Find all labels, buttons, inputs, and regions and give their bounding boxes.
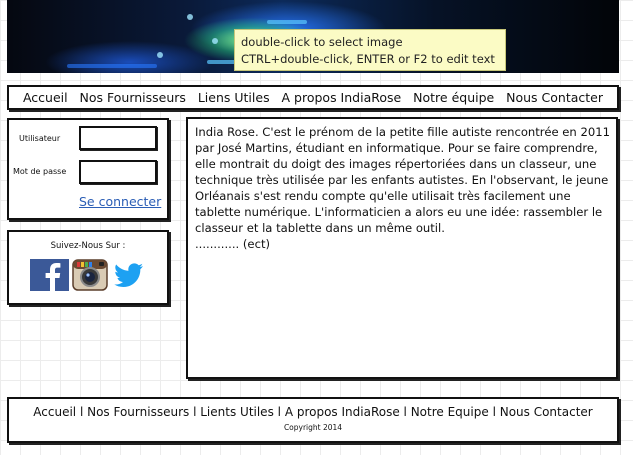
main-navigation: Accueil Nos Fournisseurs Liens Utiles A … — [7, 85, 619, 110]
password-label: Mot de passe — [13, 167, 67, 176]
footer-separator: l — [403, 405, 411, 419]
nav-item-liens-utiles[interactable]: Liens Utiles — [198, 90, 270, 105]
footer-link-contact[interactable]: Nous Contacter — [500, 405, 593, 419]
footer-link-accueil[interactable]: Accueil — [33, 405, 76, 419]
decorative-light — [267, 20, 307, 24]
facebook-icon[interactable] — [30, 259, 69, 291]
instagram-icon[interactable] — [72, 259, 108, 291]
tooltip-line-1: double-click to select image — [241, 35, 403, 49]
decorative-light — [67, 64, 157, 68]
copyright-text: Copyright 2014 — [283, 423, 343, 432]
editor-tooltip: double-click to select image CTRL+double… — [234, 29, 506, 71]
intro-paragraph: India Rose. C'est le prénom de la petite… — [195, 125, 610, 235]
footer-separator: l — [277, 405, 285, 419]
footer-link-a-propos[interactable]: A propos IndiaRose — [285, 405, 400, 419]
twitter-icon[interactable] — [114, 263, 144, 287]
password-field[interactable] — [79, 160, 157, 184]
login-button[interactable]: Se connecter — [79, 194, 161, 209]
social-panel: Suivez-Nous Sur : — [7, 230, 169, 305]
social-title: Suivez-Nous Sur : — [50, 241, 126, 251]
tooltip-line-2: CTRL+double-click, ENTER or F2 to edit t… — [241, 52, 495, 66]
nav-item-contact[interactable]: Nous Contacter — [506, 90, 603, 105]
footer: Accueil l Nos Fournisseurs l Lients Util… — [7, 397, 619, 443]
nav-item-accueil[interactable]: Accueil — [23, 90, 68, 105]
username-field[interactable] — [79, 126, 157, 150]
username-label: Utilisateur — [19, 134, 61, 143]
footer-link-equipe[interactable]: Notre Equipe — [411, 405, 489, 419]
footer-link-fournisseurs[interactable]: Nos Fournisseurs — [87, 405, 189, 419]
decorative-light — [212, 38, 218, 44]
decorative-light — [187, 14, 193, 20]
nav-item-fournisseurs[interactable]: Nos Fournisseurs — [80, 90, 186, 105]
continuation-text: ............ (ect) — [195, 237, 271, 251]
nav-item-equipe[interactable]: Notre équipe — [413, 90, 494, 105]
footer-link-liens-utiles[interactable]: Lients Utiles — [200, 405, 274, 419]
footer-separator: l — [492, 405, 500, 419]
footer-links: Accueil l Nos Fournisseurs l Lients Util… — [9, 405, 617, 419]
nav-item-a-propos[interactable]: A propos IndiaRose — [282, 90, 402, 105]
login-panel: Utilisateur Mot de passe Se connecter — [7, 118, 169, 220]
decorative-light — [157, 52, 163, 58]
main-content-panel: India Rose. C'est le prénom de la petite… — [186, 117, 618, 379]
